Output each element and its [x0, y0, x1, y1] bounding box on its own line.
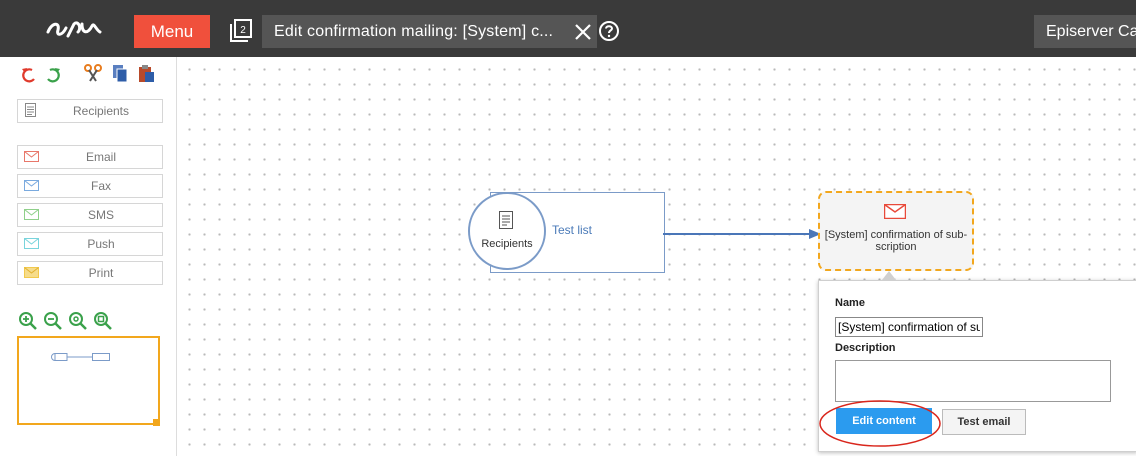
palette-label: Fax	[90, 179, 111, 193]
palette-push[interactable]: Push	[17, 232, 163, 256]
highlight-ellipse	[819, 400, 941, 447]
site-tab[interactable]: Episerver Ca	[1034, 15, 1136, 48]
envelope-icon	[884, 204, 906, 219]
document-icon	[499, 211, 513, 229]
palette-label: Email	[85, 150, 116, 164]
test-list-link[interactable]: Test list	[552, 223, 592, 237]
editor-tab[interactable]: Edit confirmation mailing: [System] c...	[262, 15, 597, 48]
recipients-node-label: Recipients	[481, 238, 533, 250]
name-input[interactable]	[835, 317, 983, 337]
envelope-icon	[24, 267, 39, 278]
copy-icon[interactable]	[110, 63, 130, 83]
palette-sms[interactable]: SMS	[17, 203, 163, 227]
flow-connector	[663, 229, 821, 239]
palette-email[interactable]: Email	[17, 145, 163, 169]
zoom-reset-icon[interactable]	[68, 311, 88, 331]
minimap[interactable]	[17, 336, 160, 425]
minimap-resize-handle[interactable]	[153, 419, 160, 426]
email-node-label: [System] confirmation of sub-scription	[824, 229, 968, 253]
palette-label: SMS	[87, 208, 114, 222]
zoom-in-icon[interactable]	[18, 311, 38, 331]
close-icon[interactable]	[572, 21, 594, 43]
description-input[interactable]	[835, 360, 1111, 402]
help-icon[interactable]	[598, 20, 620, 42]
envelope-icon	[24, 180, 39, 191]
cut-icon[interactable]	[83, 63, 103, 83]
tab-title: Edit confirmation mailing: [System] c...	[274, 23, 554, 40]
redo-icon[interactable]	[43, 65, 63, 85]
minimap-preview	[51, 353, 110, 361]
palette-print[interactable]: Print	[17, 261, 163, 285]
envelope-icon	[24, 238, 39, 249]
recipients-node[interactable]	[468, 192, 546, 270]
palette-label: Recipients	[72, 104, 130, 118]
palette-label: Push	[87, 237, 115, 251]
paste-icon[interactable]	[136, 63, 156, 83]
envelope-icon	[24, 151, 39, 162]
popup-pointer	[882, 271, 896, 280]
menu-button[interactable]: Menu	[134, 15, 210, 48]
envelope-icon	[24, 209, 39, 220]
svg-text:2: 2	[240, 25, 246, 36]
zoom-fit-icon[interactable]	[93, 311, 113, 331]
zoom-out-icon[interactable]	[43, 311, 63, 331]
name-label: Name	[835, 297, 865, 309]
palette-fax[interactable]: Fax	[17, 174, 163, 198]
document-icon	[25, 103, 36, 117]
palette-recipients[interactable]: Recipients	[17, 99, 163, 123]
pages-stack-icon[interactable]: 2	[228, 18, 254, 44]
undo-icon[interactable]	[19, 65, 39, 85]
episerver-logo[interactable]	[44, 14, 124, 42]
site-tab-label: Episerver Ca	[1046, 23, 1136, 40]
test-email-button[interactable]: Test email	[942, 409, 1026, 435]
palette-label: Print	[88, 266, 114, 280]
description-label: Description	[835, 342, 896, 354]
